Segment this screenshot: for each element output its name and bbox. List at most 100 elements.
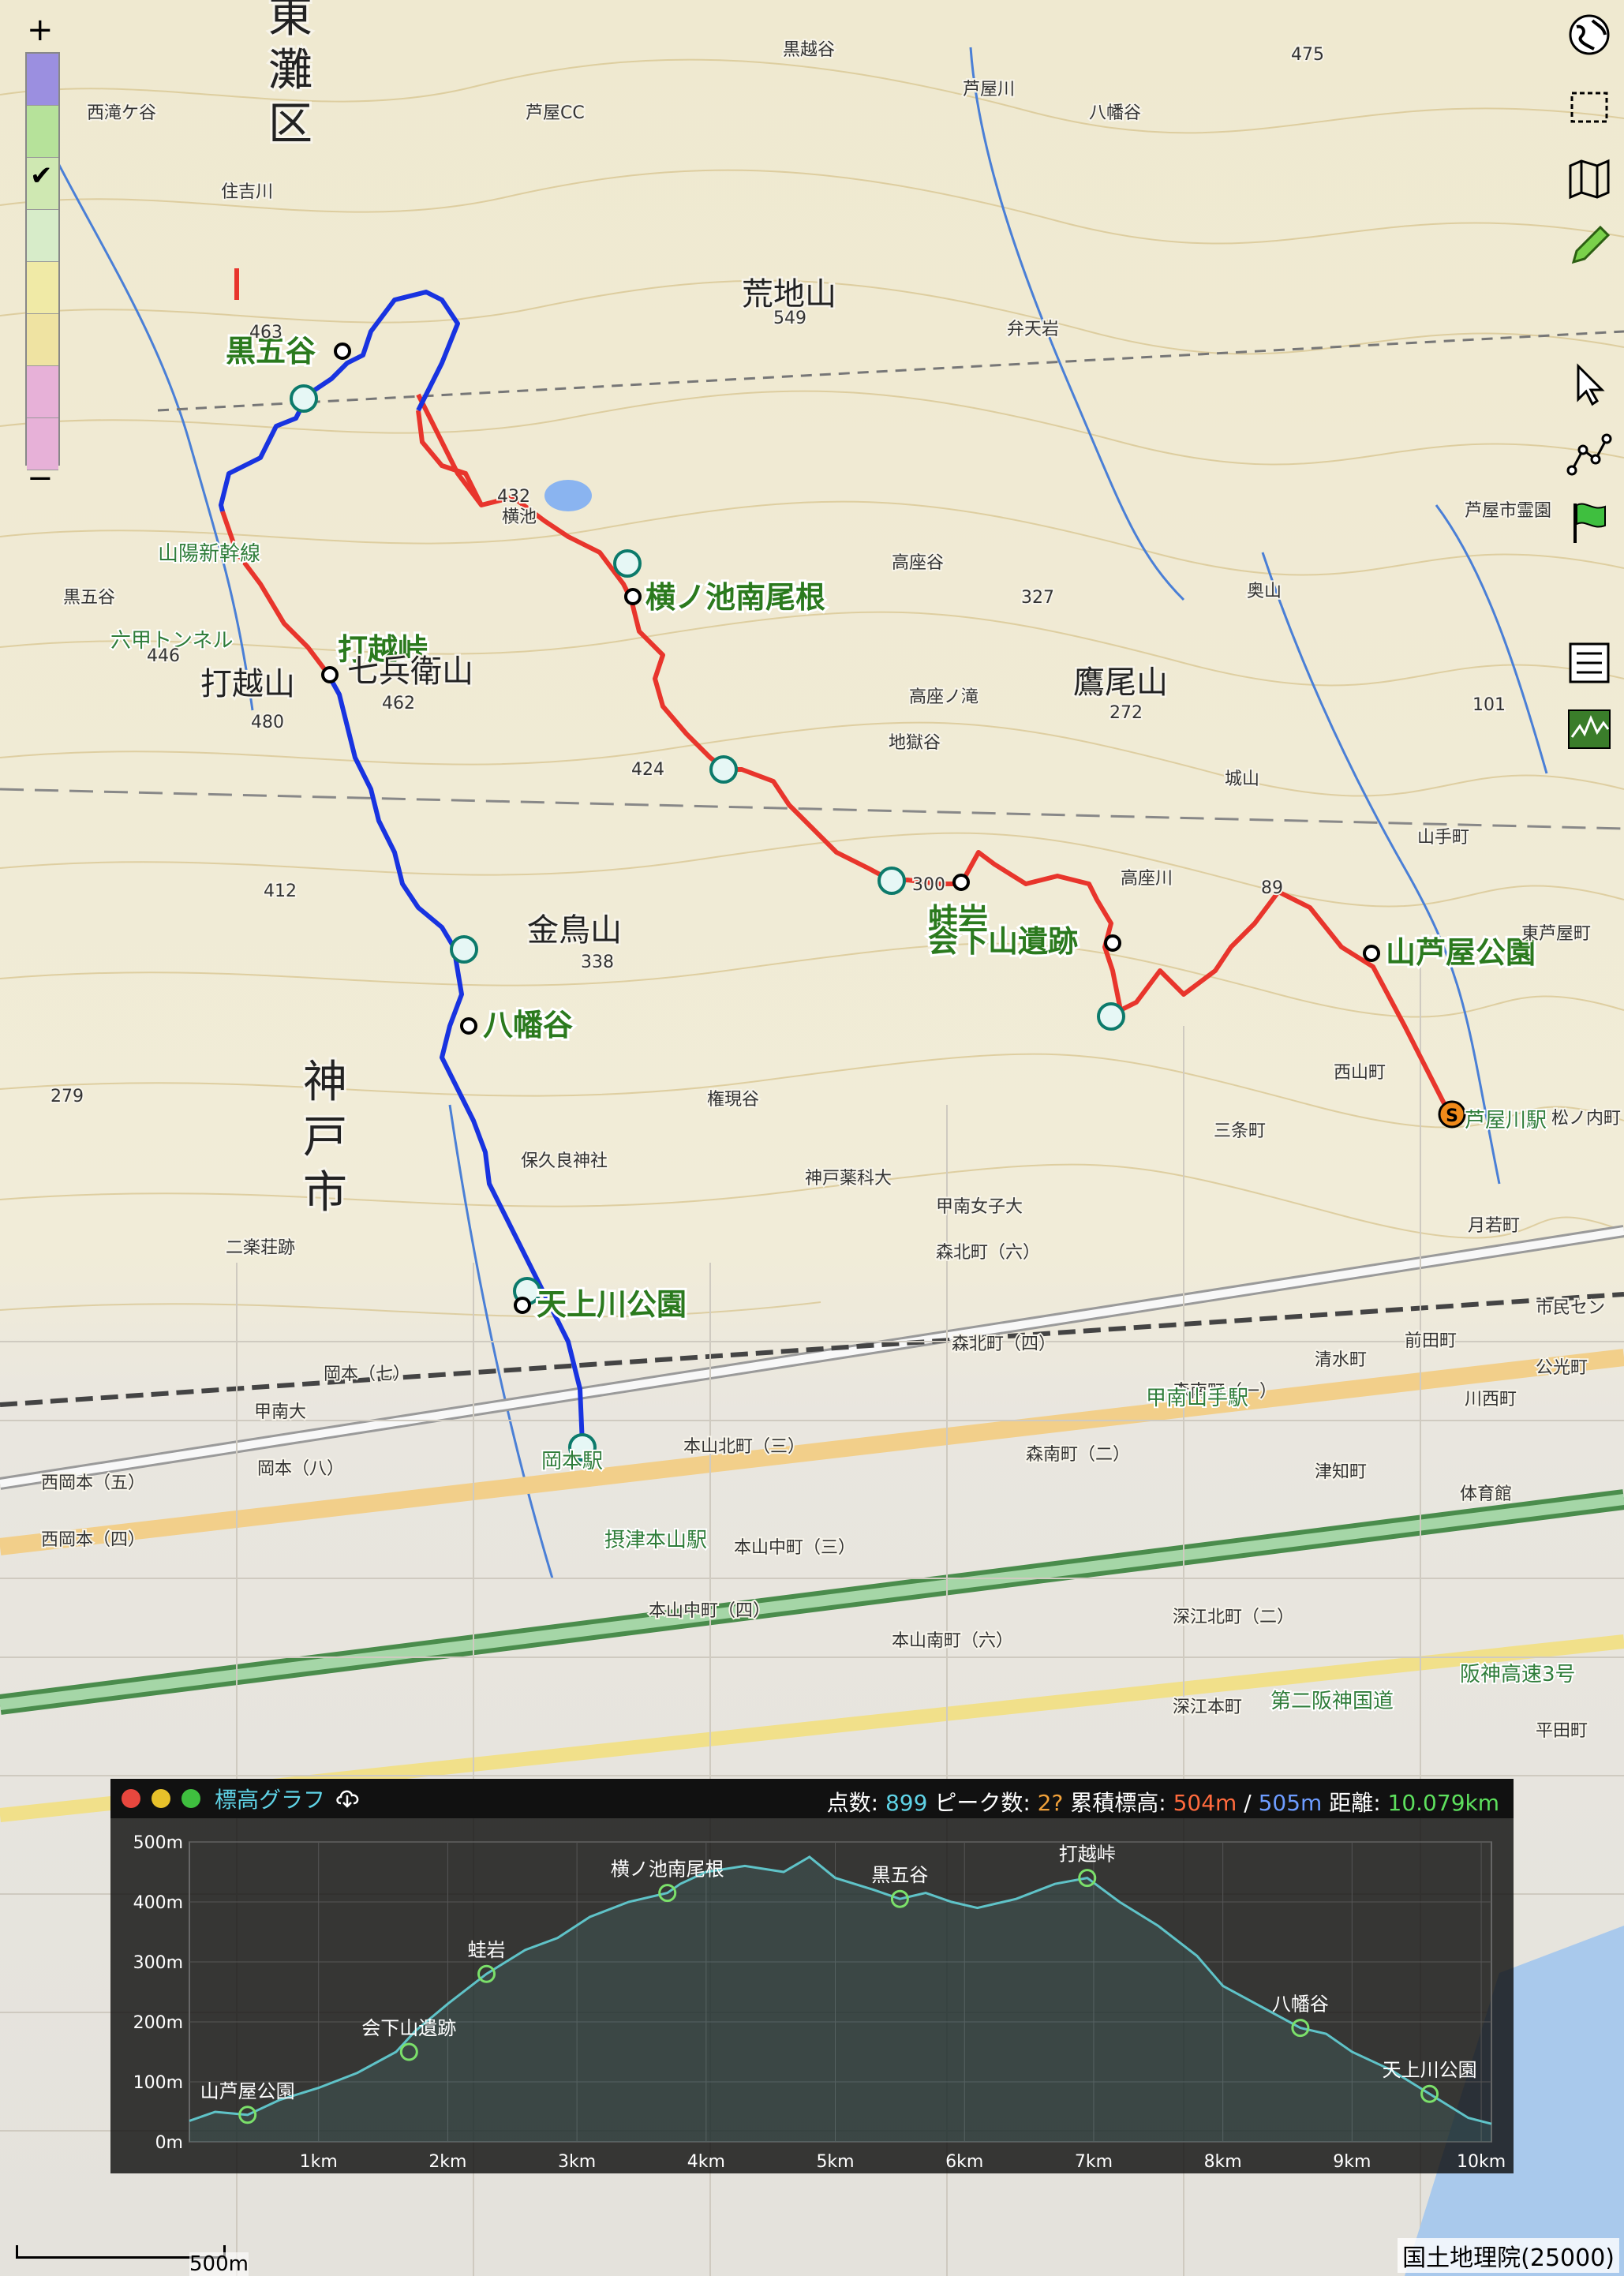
scale-label: 500m [189, 2252, 249, 2276]
ward-char: 東 [268, 0, 312, 43]
legend-swatch[interactable]: ✔ [27, 158, 58, 210]
map-icon[interactable] [1561, 150, 1618, 207]
place-label: 打越山 [200, 666, 295, 702]
town-label: 芦屋市霊園 [1465, 501, 1551, 521]
elevation-label: 89 [1261, 878, 1283, 898]
elevation-color-legend[interactable]: ✔ [25, 52, 60, 470]
ward-char: 区 [268, 99, 312, 150]
place-label: 高座ノ滝 [909, 687, 979, 707]
place-label: 西滝ケ谷 [87, 103, 156, 123]
town-label: 体育館 [1460, 1484, 1512, 1504]
waypoint-annotation: 黒五谷 [871, 1864, 928, 1886]
elevation-label: 412 [264, 882, 297, 901]
pond [544, 480, 592, 511]
place-label: 弁天岩 [1007, 320, 1059, 339]
town-label: 第二阪神国道 [1270, 1690, 1394, 1713]
select-rect-icon[interactable] [1561, 79, 1618, 136]
polyline-icon[interactable] [1561, 426, 1618, 483]
cloud-download-icon[interactable] [335, 1786, 361, 1811]
waypoint-dot[interactable] [952, 874, 970, 891]
rest-marker[interactable] [1097, 1002, 1125, 1031]
zoom-out-button[interactable]: − [27, 462, 54, 494]
x-tick-label: 5km [816, 2152, 854, 2172]
zoom-in-button[interactable]: + [27, 14, 54, 46]
waypoint-annotation: 山芦屋公園 [200, 2080, 295, 2102]
list-icon[interactable] [1561, 635, 1618, 691]
place-label: 住吉川 [221, 182, 273, 202]
place-label: 高座谷 [892, 553, 944, 573]
rest-marker[interactable] [613, 549, 642, 578]
waypoint-dot[interactable] [334, 343, 351, 360]
elevation-panel-header: 標高グラフ 点数: 899 ピーク数: 2? 累積標高: 504m / 505m… [110, 1779, 1514, 1818]
place-label: 芦屋川 [963, 80, 1015, 99]
town-label: 深江本町 [1173, 1698, 1242, 1717]
rest-marker[interactable] [877, 867, 906, 895]
place-label: 二楽荘跡 [226, 1238, 295, 1258]
pencil-icon[interactable] [1561, 218, 1618, 275]
pointer-icon[interactable] [1561, 357, 1618, 414]
elevation-label: 480 [251, 713, 284, 732]
place-label: 八幡谷 [1089, 103, 1141, 123]
waypoint-dot[interactable] [514, 1297, 531, 1314]
x-tick-label: 9km [1333, 2152, 1371, 2172]
legend-swatch[interactable] [27, 210, 58, 262]
waypoint-dot[interactable] [460, 1017, 477, 1035]
rest-marker[interactable] [709, 755, 738, 784]
points-label: 点数: [826, 1790, 879, 1816]
y-tick-label: 400m [133, 1893, 183, 1913]
town-label: 西山町 [1334, 1063, 1386, 1083]
maximize-button[interactable] [181, 1789, 200, 1808]
town-label: 西岡本（四） [41, 1530, 145, 1550]
elevation-chart[interactable]: 0m 100m 200m 300m 400m 500m 1km 2km 3km 4km 5km 6km… [110, 1818, 1514, 2173]
legend-swatch[interactable] [27, 262, 58, 314]
elevation-label: 424 [631, 760, 664, 780]
town-label: 三条町 [1214, 1121, 1266, 1141]
town-label: 東芦屋町 [1521, 924, 1591, 944]
legend-swatch[interactable] [27, 106, 58, 158]
town-label: 森南町（二） [1026, 1445, 1130, 1465]
town-label: 前田町 [1405, 1331, 1457, 1351]
waypoint-dot[interactable] [624, 588, 642, 605]
waypoint-dot[interactable] [1104, 934, 1121, 952]
legend-swatch[interactable] [27, 366, 58, 418]
city-char: 神 [303, 1057, 347, 1108]
town-label: 森北町（六） [936, 1243, 1040, 1263]
town-label: 津知町 [1315, 1462, 1367, 1482]
town-label: 松ノ内町 [1551, 1109, 1621, 1129]
x-tick-label: 3km [558, 2152, 596, 2172]
waypoint-dot[interactable] [1363, 945, 1380, 962]
waypoint-annotation: 八幡谷 [1272, 1993, 1329, 2016]
place-label: 金鳥山 [527, 912, 622, 949]
x-tick-label: 1km [300, 2152, 338, 2172]
y-tick-label: 200m [133, 2013, 183, 2033]
start-marker[interactable]: S [1438, 1100, 1466, 1129]
rest-marker[interactable] [450, 935, 478, 964]
town-label: 岡本（七） [324, 1364, 410, 1384]
elevation-icon[interactable] [1561, 701, 1618, 758]
place-label: 鷹尾山 [1073, 664, 1168, 701]
elevation-label: 463 [249, 323, 283, 343]
distance-label: 距離: [1329, 1790, 1381, 1816]
x-tick-label: 4km [687, 2152, 725, 2172]
legend-swatch[interactable] [27, 314, 58, 366]
elevation-label: 272 [1109, 703, 1143, 723]
globe-icon[interactable] [1561, 6, 1618, 63]
x-tick-label: 10km [1457, 2152, 1506, 2172]
legend-swatch[interactable] [27, 54, 58, 106]
waypoint-annotation: 会下山遺跡 [361, 2017, 456, 2039]
town-label: 甲南大 [254, 1402, 306, 1422]
flag-icon[interactable] [1561, 494, 1618, 551]
waypoint-label-egesan: 会下山遺跡 [928, 924, 1078, 959]
place-label: 芦屋CC [526, 103, 585, 123]
elevation-graph-panel[interactable]: 標高グラフ 点数: 899 ピーク数: 2? 累積標高: 504m / 505m… [110, 1779, 1514, 2173]
elevation-label: 279 [51, 1087, 84, 1106]
rest-marker[interactable] [290, 384, 318, 413]
check-icon: ✔ [30, 160, 53, 192]
minimize-button[interactable] [152, 1789, 170, 1808]
town-label: 平田町 [1536, 1721, 1588, 1741]
place-label: 高座川 [1121, 869, 1173, 889]
place-label: 山陽新幹線 [158, 542, 260, 566]
close-button[interactable] [122, 1789, 140, 1808]
city-char: 戸 [303, 1112, 347, 1163]
waypoint-dot[interactable] [321, 666, 339, 683]
